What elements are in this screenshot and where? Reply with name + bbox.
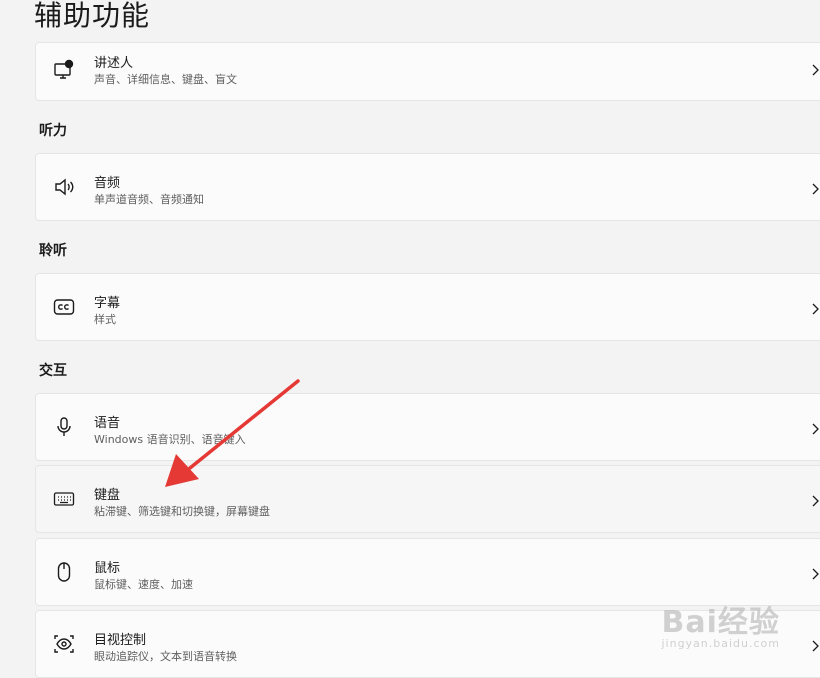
watermark-main-text: Bai经验 (661, 605, 780, 640)
mouse-subtitle: 鼠标键、速度、加速 (94, 578, 193, 591)
chevron-right-icon (808, 421, 820, 435)
captions-setting-card[interactable]: 字幕 样式 (35, 273, 820, 341)
chevron-right-icon (808, 301, 820, 315)
narrator-setting-card[interactable]: 讲述人 声音、详细信息、键盘、盲文 (35, 42, 820, 101)
eye-control-subtitle: 眼动追踪仪，文本到语音转换 (94, 650, 237, 663)
eye-control-title: 目视控制 (94, 633, 147, 648)
mouse-icon (53, 561, 75, 583)
keyboard-title: 键盘 (94, 488, 121, 503)
mouse-title: 鼠标 (94, 561, 121, 576)
speech-subtitle: Windows 语音识别、语音键入 (94, 433, 246, 446)
speech-title: 语音 (94, 416, 121, 431)
chevron-right-icon (808, 62, 820, 76)
section-hearing-title: 听力 (39, 123, 67, 139)
keyboard-subtitle: 粘滞键、筛选键和切换键，屏幕键盘 (94, 505, 270, 518)
page-title: 辅助功能 (34, 0, 151, 32)
chevron-right-icon (808, 181, 820, 195)
narrator-subtitle: 声音、详细信息、键盘、盲文 (94, 73, 237, 86)
eye-control-icon (53, 633, 75, 655)
chevron-right-icon (808, 638, 820, 652)
watermark-url-text: jingyan.baidu.com (661, 637, 780, 650)
captions-icon (53, 296, 75, 318)
captions-subtitle: 样式 (94, 313, 116, 326)
narrator-title: 讲述人 (94, 56, 134, 71)
audio-subtitle: 单声道音频、音频通知 (94, 193, 204, 206)
narrator-icon (53, 59, 75, 81)
speaker-icon (53, 176, 75, 198)
keyboard-setting-card[interactable]: 键盘 粘滞键、筛选键和切换键，屏幕键盘 (35, 465, 820, 533)
audio-title: 音频 (94, 176, 121, 191)
section-listening-title: 聆听 (39, 243, 67, 259)
audio-setting-card[interactable]: 音频 单声道音频、音频通知 (35, 153, 820, 221)
chevron-right-icon (808, 566, 820, 580)
captions-title: 字幕 (94, 296, 121, 311)
section-interaction-title: 交互 (39, 363, 67, 379)
microphone-icon (53, 416, 75, 438)
speech-setting-card[interactable]: 语音 Windows 语音识别、语音键入 (35, 393, 820, 461)
keyboard-icon (53, 488, 75, 510)
chevron-right-icon (808, 493, 820, 507)
mouse-setting-card[interactable]: 鼠标 鼠标键、速度、加速 (35, 538, 820, 606)
baidu-watermark: Bai经验 jingyan.baidu.com (661, 597, 780, 650)
